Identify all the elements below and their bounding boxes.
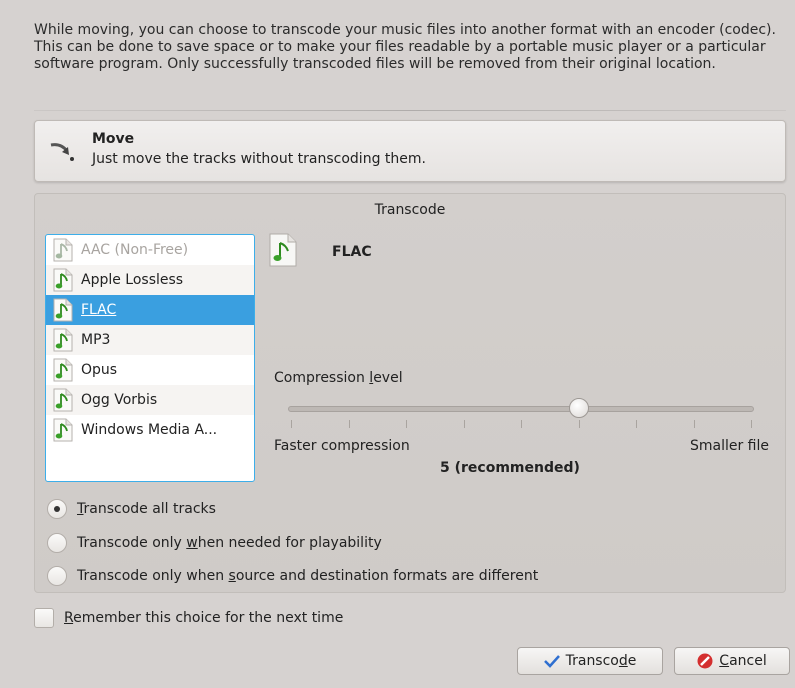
compression-level-value: 5 (recommended)	[440, 460, 580, 476]
codec-label: FLAC	[81, 302, 117, 318]
slider-tick	[578, 420, 580, 428]
selected-codec-name: FLAC	[332, 244, 372, 260]
check-icon	[543, 654, 560, 668]
move-button[interactable]: Move Just move the tracks without transc…	[34, 120, 786, 182]
separator	[34, 110, 786, 111]
slider-tick	[693, 420, 695, 428]
slider-tick	[463, 420, 465, 428]
compression-level-label: Compression level	[274, 370, 403, 386]
slider-tick	[751, 420, 752, 428]
radio-button[interactable]	[47, 566, 67, 586]
compression-slider-handle[interactable]	[568, 398, 589, 418]
codec-label: Opus	[81, 362, 118, 378]
music-note-icon	[51, 298, 75, 322]
intro-text: While moving, you can choose to transcod…	[34, 22, 776, 72]
move-title: Move	[92, 131, 135, 147]
transcode-button[interactable]: Transcode	[517, 647, 663, 675]
codec-list-item[interactable]: FLAC	[46, 295, 254, 325]
slider-tick	[406, 420, 407, 428]
checkbox[interactable]	[34, 608, 54, 628]
slider-tick	[348, 420, 350, 428]
slider-tick	[291, 420, 292, 428]
codec-label: AAC (Non-Free)	[81, 242, 189, 258]
radio-button[interactable]	[47, 533, 67, 553]
radio-transcode-when-different[interactable]: Transcode only when source and destinati…	[47, 565, 538, 587]
radio-label: Transcode only when source and destinati…	[77, 568, 539, 584]
transcode-group: Transcode AAC (Non-Free) Apple Lossless FL…	[34, 193, 786, 593]
codec-label: Ogg Vorbis	[81, 392, 158, 408]
cancel-icon	[697, 653, 713, 669]
radio-transcode-all[interactable]: Transcode all tracks	[47, 498, 216, 520]
compression-slider[interactable]	[288, 406, 754, 412]
codec-list-item[interactable]: AAC (Non-Free)	[46, 235, 254, 265]
slider-tick	[636, 420, 637, 428]
codec-list[interactable]: AAC (Non-Free) Apple Lossless FLAC MP3 Opus O…	[45, 234, 255, 482]
move-description: Just move the tracks without transcoding…	[92, 151, 426, 167]
music-file-icon	[268, 232, 298, 268]
codec-label: Apple Lossless	[81, 272, 184, 288]
codec-list-item[interactable]: Ogg Vorbis	[46, 385, 254, 415]
cancel-button-label: Cancel	[719, 653, 767, 669]
radio-transcode-when-needed[interactable]: Transcode only when needed for playabili…	[47, 532, 382, 554]
move-arrow-icon	[47, 135, 77, 165]
codec-list-item[interactable]: Apple Lossless	[46, 265, 254, 295]
radio-label: Transcode all tracks	[77, 501, 216, 517]
radio-label: Transcode only when needed for playabili…	[77, 535, 382, 551]
transcode-button-label: Transcode	[565, 653, 637, 669]
cancel-button[interactable]: Cancel	[674, 647, 790, 675]
codec-label: Windows Media A...	[81, 422, 218, 438]
music-note-icon	[51, 238, 75, 262]
remember-choice-checkbox[interactable]: Remember this choice for the next time	[34, 607, 343, 629]
faster-compression-label: Faster compression	[274, 438, 410, 454]
music-note-icon	[51, 328, 75, 352]
group-title: Transcode	[374, 202, 446, 218]
music-note-icon	[51, 358, 75, 382]
remember-label: Remember this choice for the next time	[64, 610, 344, 626]
codec-list-item[interactable]: MP3	[46, 325, 254, 355]
radio-button[interactable]	[47, 499, 67, 519]
smaller-file-label: Smaller file	[689, 438, 769, 454]
music-note-icon	[51, 268, 75, 292]
slider-tick	[521, 420, 522, 428]
music-note-icon	[51, 388, 75, 412]
music-note-icon	[51, 418, 75, 442]
codec-list-item[interactable]: Opus	[46, 355, 254, 385]
codec-label: MP3	[81, 332, 111, 348]
codec-list-item[interactable]: Windows Media A...	[46, 415, 254, 445]
